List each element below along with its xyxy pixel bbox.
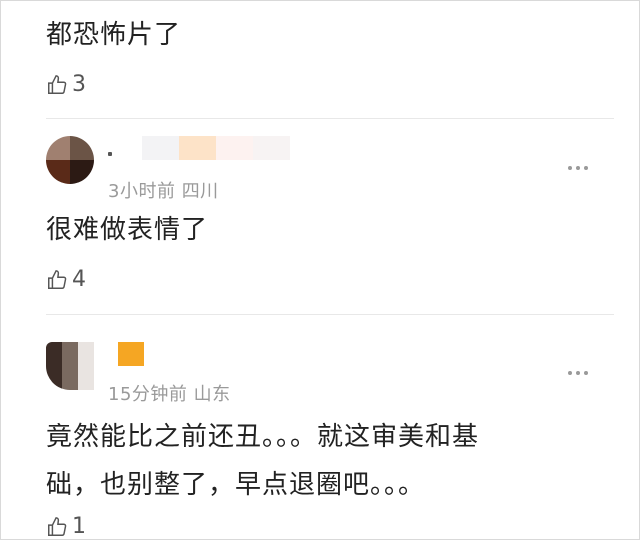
comment-text: 都恐怖片了 [46, 20, 182, 50]
thumbs-up-icon [48, 74, 67, 94]
divider [46, 314, 614, 315]
like-count: 1 [72, 514, 86, 539]
like-count: 3 [72, 72, 86, 97]
comment-text-line: 础，也别整了，早点退圈吧。。。 [46, 470, 426, 500]
like-button[interactable]: 4 [46, 267, 86, 292]
comment-list [0, 0, 640, 540]
dot [576, 166, 580, 170]
comment-time: 15分钟前 [108, 384, 188, 405]
comment-text: 很难做表情了 [46, 215, 209, 245]
username-badge [118, 342, 144, 366]
like-count: 4 [72, 267, 86, 292]
more-options-button[interactable] [568, 166, 588, 170]
dot [568, 166, 572, 170]
dot [584, 371, 588, 375]
thumbs-up-icon [48, 269, 67, 289]
username[interactable] [142, 136, 290, 160]
username-dot [108, 152, 112, 156]
like-button[interactable]: 3 [46, 72, 86, 97]
comment-time: 3小时前 [108, 181, 176, 202]
comment-meta: 15分钟前 山东 [108, 380, 231, 406]
comment-location: 四川 [181, 181, 219, 202]
avatar[interactable] [46, 136, 94, 184]
divider [46, 118, 614, 119]
comment-location: 山东 [193, 384, 231, 405]
dot [584, 166, 588, 170]
comment-text-line: 竟然能比之前还丑。。。就这审美和基 [46, 422, 480, 452]
dot [576, 371, 580, 375]
dot [568, 371, 572, 375]
comment-meta: 3小时前 四川 [108, 177, 219, 203]
avatar[interactable] [46, 342, 94, 390]
thumbs-up-icon [48, 516, 67, 536]
like-button[interactable]: 1 [46, 514, 86, 539]
more-options-button[interactable] [568, 371, 588, 375]
